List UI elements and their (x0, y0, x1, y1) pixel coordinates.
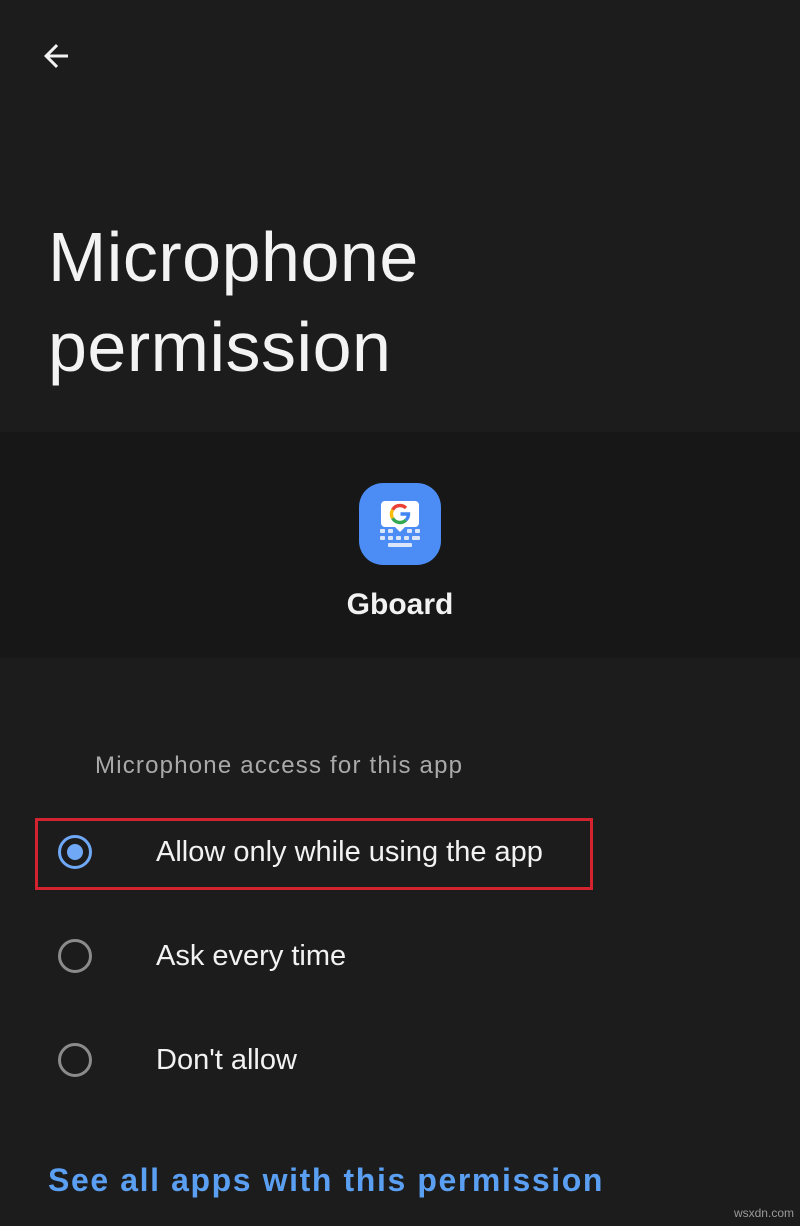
radio-button[interactable] (58, 939, 92, 973)
highlight-annotation (35, 818, 593, 890)
back-button[interactable] (24, 24, 88, 88)
watermark: wsxdn.com (733, 1206, 794, 1220)
option-label: Don't allow (156, 1044, 297, 1076)
arrow-back-icon (44, 44, 68, 68)
gboard-icon (359, 483, 441, 565)
option-label: Ask every time (156, 940, 347, 972)
page-title: Microphone permission (48, 218, 419, 386)
section-label: Microphone access for this app (95, 752, 464, 779)
permission-screen: Microphone permission Gboard Microphone … (0, 0, 800, 1226)
option-ask-every-time[interactable]: Ask every time (0, 906, 800, 1010)
header-area: Microphone permission (0, 0, 800, 432)
app-name: Gboard (346, 588, 454, 621)
radio-button[interactable] (58, 1043, 92, 1077)
option-dont-allow[interactable]: Don't allow (0, 1010, 800, 1114)
see-all-apps-link[interactable]: See all apps with this permission (48, 1162, 604, 1199)
